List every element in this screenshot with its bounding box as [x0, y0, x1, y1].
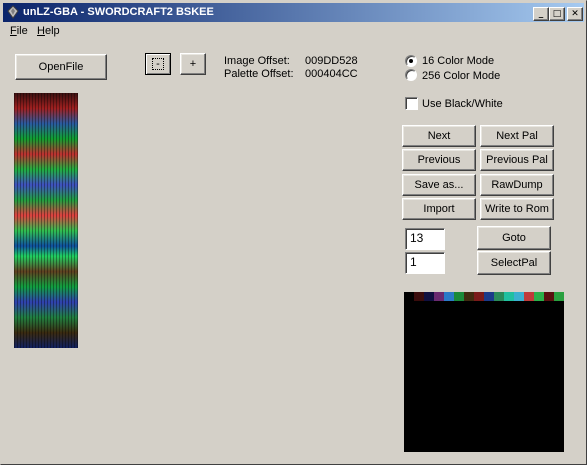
close-icon: ✕ [571, 9, 579, 19]
write-to-rom-button[interactable]: Write to Rom [480, 198, 554, 220]
palette-swatch[interactable] [524, 292, 534, 301]
next-pal-button[interactable]: Next Pal [480, 125, 554, 147]
goto-input[interactable]: 13 [405, 228, 445, 250]
previous-button[interactable]: Previous [402, 149, 476, 171]
palette-swatch[interactable] [444, 292, 454, 301]
app-icon [6, 5, 20, 19]
palette-swatch[interactable] [554, 292, 564, 301]
goto-button[interactable]: Goto [477, 226, 551, 250]
radio-16-color-label[interactable]: 16 Color Mode [422, 55, 494, 67]
title-bar[interactable]: unLZ-GBA - SWORDCRAFT2 BSKEE _ □ ✕ [3, 3, 584, 22]
import-button[interactable]: Import [402, 198, 476, 220]
palette-swatch[interactable] [434, 292, 444, 301]
app-window: unLZ-GBA - SWORDCRAFT2 BSKEE _ □ ✕ File … [0, 0, 587, 465]
maximize-button[interactable]: □ [549, 7, 565, 21]
next-button[interactable]: Next [402, 125, 476, 147]
zoom-in-button[interactable]: + [180, 53, 206, 75]
use-black-white-checkbox[interactable] [405, 97, 418, 110]
menu-bar: File Help [3, 23, 584, 41]
window-title: unLZ-GBA - SWORDCRAFT2 BSKEE [23, 6, 214, 18]
close-button[interactable]: ✕ [567, 7, 583, 21]
palette-swatch[interactable] [514, 292, 524, 301]
palette-swatch[interactable] [454, 292, 464, 301]
palette-swatch[interactable] [464, 292, 474, 301]
radio-16-color[interactable] [405, 55, 417, 67]
openfile-button[interactable]: OpenFile [15, 54, 107, 80]
minimize-button[interactable]: _ [533, 7, 549, 21]
menu-help[interactable]: Help [37, 25, 60, 37]
palette-swatch[interactable] [544, 292, 554, 301]
palette-preview-area [404, 301, 564, 452]
selectpal-button[interactable]: SelectPal [477, 251, 551, 275]
palette-offset-value: 000404CC [305, 68, 358, 80]
palette-swatch[interactable] [404, 292, 414, 301]
minimize-icon: _ [538, 9, 544, 19]
menu-file[interactable]: File [10, 25, 28, 37]
rawdump-button[interactable]: RawDump [480, 174, 554, 196]
palette-swatch[interactable] [494, 292, 504, 301]
previous-pal-button[interactable]: Previous Pal [480, 149, 554, 171]
palette-swatch-strip[interactable] [404, 292, 564, 301]
image-offset-label: Image Offset: [224, 55, 290, 67]
palette-offset-label: Palette Offset: [224, 68, 294, 80]
palette-swatch[interactable] [484, 292, 494, 301]
maximize-icon: □ [552, 9, 562, 19]
palette-swatch[interactable] [424, 292, 434, 301]
palette-swatch[interactable] [414, 292, 424, 301]
save-as-button[interactable]: Save as... [402, 174, 476, 196]
zoom-out-button[interactable]: - [145, 53, 171, 75]
radio-256-color-label[interactable]: 256 Color Mode [422, 70, 500, 82]
radio-256-color[interactable] [405, 69, 417, 81]
palette-swatch[interactable] [474, 292, 484, 301]
sprite-graphic-view[interactable] [14, 93, 78, 348]
selectpal-input[interactable]: 1 [405, 252, 445, 274]
image-offset-value: 009DD528 [305, 55, 358, 67]
palette-swatch[interactable] [504, 292, 514, 301]
zoom-out-label: - [152, 58, 164, 70]
palette-swatch[interactable] [534, 292, 544, 301]
use-black-white-label[interactable]: Use Black/White [422, 98, 503, 110]
